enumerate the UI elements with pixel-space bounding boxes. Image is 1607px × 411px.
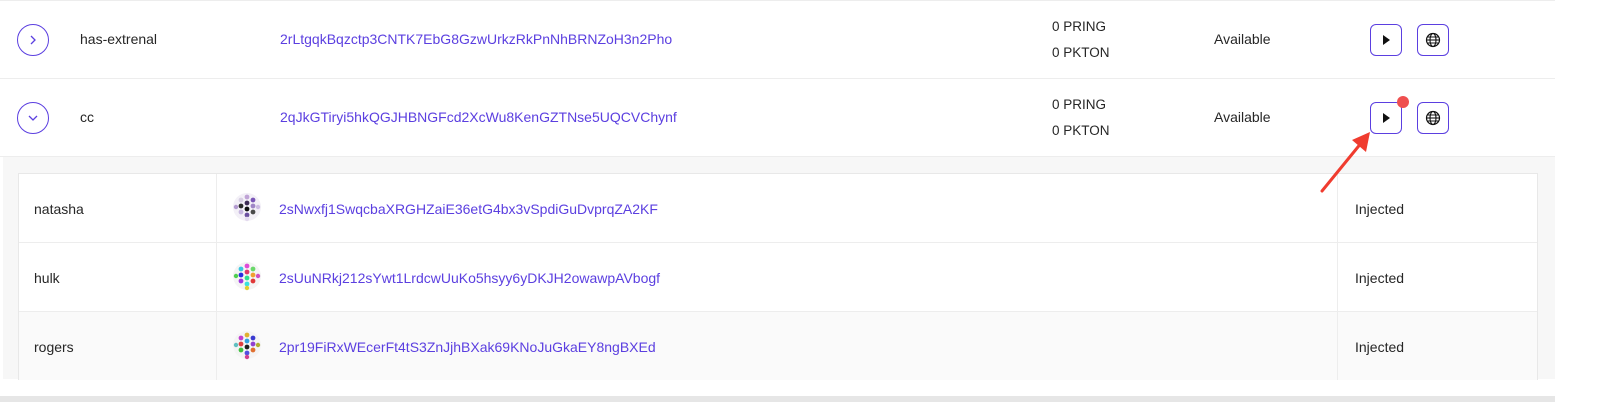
- table-row: hulk 2sUuNRkj212sYwt1LrdcwUuKo5hsyy6yDKJ…: [19, 243, 1537, 312]
- signatory-status: Injected: [1355, 270, 1405, 286]
- signatory-status: Injected: [1355, 339, 1405, 355]
- globe-icon: [1425, 32, 1441, 48]
- signatories-table: natasha 2sNwxfj1SwqcbaXRGHZaiE36etG4bx3v…: [18, 173, 1538, 380]
- start-transaction-button[interactable]: [1370, 24, 1402, 56]
- start-transaction-button[interactable]: [1370, 102, 1402, 134]
- balance-ring: 0 PRING: [1052, 19, 1107, 34]
- signatory-status: Injected: [1355, 201, 1405, 217]
- table-row: rogers 2pr19FiRxWEcerFt4tS3ZnJjhBXak69KN…: [19, 312, 1537, 380]
- signatory-address-link[interactable]: 2pr19FiRxWEcerFt4tS3ZnJjhBXak69KNoJuGkaE…: [279, 339, 656, 355]
- balance-kton: 0 PKTON: [1052, 45, 1110, 60]
- globe-icon: [1425, 110, 1441, 126]
- account-address-link[interactable]: 2qJkGTiryi5hkQGJHBNGFcd2XcWu8KenGZTNse5U…: [280, 109, 677, 125]
- account-name: cc: [80, 109, 94, 125]
- signatory-name: natasha: [34, 201, 84, 217]
- chevron-down-icon: [28, 115, 38, 121]
- signatory-address-link[interactable]: 2sUuNRkj212sYwt1LrdcwUuKo5hsyy6yDKJH2owa…: [279, 270, 660, 286]
- explorer-button[interactable]: [1417, 102, 1449, 134]
- identicon-avatar: [233, 331, 261, 360]
- account-row-expanded: cc 2qJkGTiryi5hkQGJHBNGFcd2XcWu8KenGZTNs…: [0, 79, 1555, 157]
- account-address-link[interactable]: 2rLtgqkBqzctp3CNTK7EbG8GzwUrkzRkPnNhBRNZ…: [280, 31, 672, 47]
- account-row: has-extrenal 2rLtgqkBqzctp3CNTK7EbG8GzwU…: [0, 1, 1555, 79]
- signatory-name: rogers: [34, 339, 74, 355]
- collapse-button[interactable]: [17, 102, 49, 134]
- play-icon: [1383, 113, 1390, 123]
- horizontal-scrollbar[interactable]: [0, 396, 1555, 402]
- identicon-avatar: [233, 262, 261, 291]
- chevron-right-icon: [30, 35, 36, 45]
- balance-kton: 0 PKTON: [1052, 123, 1110, 138]
- signatory-address-link[interactable]: 2sNwxfj1SwqcbaXRGHZaiE36etG4bx3vSpdiGuDv…: [279, 201, 658, 217]
- notification-dot: [1397, 96, 1409, 108]
- account-status: Available: [1214, 109, 1271, 125]
- expand-button[interactable]: [17, 24, 49, 56]
- balance-ring: 0 PRING: [1052, 97, 1107, 112]
- signatory-name: hulk: [34, 270, 60, 286]
- table-row: natasha 2sNwxfj1SwqcbaXRGHZaiE36etG4bx3v…: [19, 174, 1537, 243]
- explorer-button[interactable]: [1417, 24, 1449, 56]
- account-status: Available: [1214, 31, 1271, 47]
- account-name: has-extrenal: [80, 31, 158, 47]
- identicon-avatar: [233, 193, 261, 222]
- play-icon: [1383, 35, 1390, 45]
